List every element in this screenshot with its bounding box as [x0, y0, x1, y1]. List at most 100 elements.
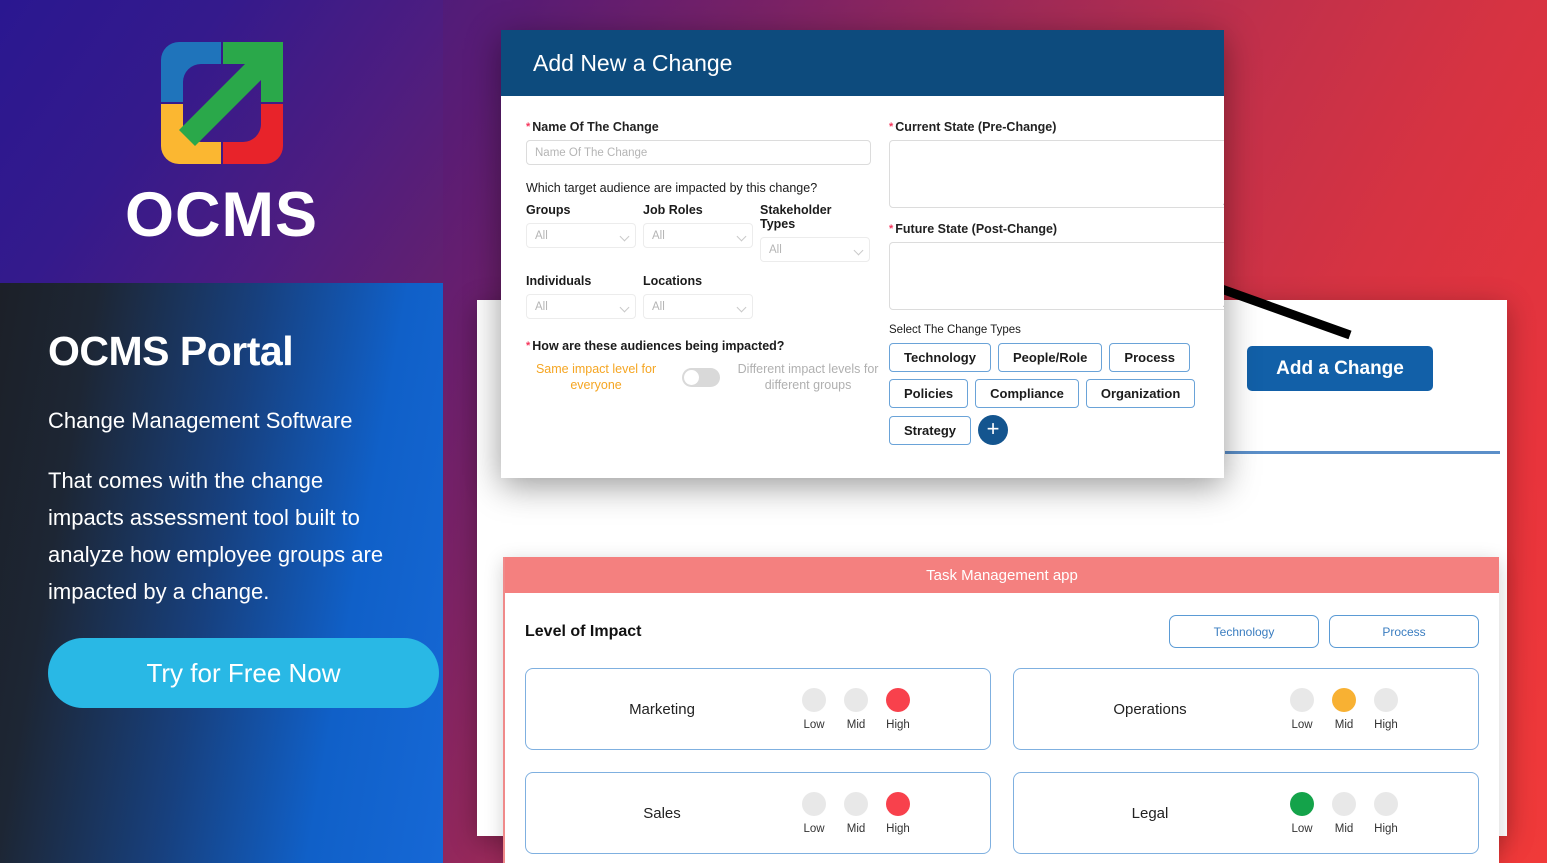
level-mid[interactable]: Mid — [840, 791, 872, 835]
brand-wordmark: OCMS — [125, 180, 318, 250]
change-type-compliance[interactable]: Compliance — [975, 379, 1079, 408]
stakeholder-types-select[interactable]: All — [760, 237, 870, 262]
card-label: Legal — [1131, 804, 1169, 822]
level-high[interactable]: High — [1370, 791, 1402, 835]
locations-select-value: All — [652, 300, 665, 313]
groups-select[interactable]: All — [526, 223, 636, 248]
level-low[interactable]: Low — [798, 687, 830, 731]
level-label-high: High — [1374, 718, 1398, 731]
level-low[interactable]: Low — [1286, 791, 1318, 835]
level-label-low: Low — [1291, 822, 1313, 835]
modal-left-column: *Name Of The Change Which target audienc… — [514, 120, 880, 445]
brand-block: OCMS — [0, 0, 443, 284]
level-dot-high[interactable] — [1374, 791, 1398, 816]
level-dot-low[interactable] — [1290, 687, 1314, 712]
impact-card-operations[interactable]: Operations Low Mid High — [1013, 668, 1479, 750]
level-label-low: Low — [803, 822, 825, 835]
impact-level-toggle[interactable] — [682, 367, 721, 387]
tag-process[interactable]: Process — [1329, 615, 1479, 648]
level-label-low: Low — [1291, 718, 1313, 731]
impact-card-marketing[interactable]: Marketing Low Mid High — [525, 668, 991, 750]
change-type-people-role[interactable]: People/Role — [997, 343, 1103, 372]
expand-arrow-logo-icon — [160, 42, 283, 164]
current-state-textarea[interactable] — [889, 140, 1224, 208]
level-dot-mid[interactable] — [1332, 791, 1356, 816]
resize-handle-icon[interactable] — [1223, 299, 1224, 307]
level-low[interactable]: Low — [798, 791, 830, 835]
change-type-technology[interactable]: Technology — [889, 343, 991, 372]
level-selector: Low Mid High — [1286, 791, 1478, 835]
change-type-process[interactable]: Process — [1109, 343, 1190, 372]
plus-icon: + — [986, 415, 1000, 441]
level-selector: Low Mid High — [798, 687, 990, 731]
chevron-down-icon — [736, 231, 747, 242]
modal-header: Add New a Change — [501, 30, 1224, 96]
modal-right-column: * Current State (Pre-Change) * Future Stat… — [880, 120, 1224, 445]
modal-title: Add New a Change — [533, 49, 733, 76]
individuals-label: Individuals — [526, 274, 592, 288]
toggle-knob — [684, 369, 700, 385]
level-high[interactable]: High — [882, 791, 914, 835]
level-mid[interactable]: Mid — [840, 687, 872, 731]
change-types-label: Select The Change Types — [889, 324, 1021, 336]
name-of-change-input[interactable] — [526, 140, 871, 165]
job-roles-select[interactable]: All — [643, 223, 753, 248]
groups-select-value: All — [535, 229, 548, 242]
level-dot-high[interactable] — [886, 791, 910, 816]
promo-description: That comes with the change impacts asses… — [48, 467, 384, 605]
card-label: Marketing — [629, 700, 695, 718]
impact-cards-grid: Marketing Low Mid High Operations Low Mi… — [505, 648, 1499, 854]
level-dot-low[interactable] — [802, 687, 826, 712]
level-label-mid: Mid — [1334, 718, 1354, 731]
change-type-strategy[interactable]: Strategy — [889, 415, 972, 445]
impact-card-sales[interactable]: Sales Low Mid High — [525, 772, 991, 854]
level-dot-high[interactable] — [886, 687, 910, 712]
same-impact-label[interactable]: Same impact level for everyone — [526, 361, 666, 394]
level-dot-mid[interactable] — [844, 687, 868, 712]
different-impact-label[interactable]: Different impact levels for different gr… — [736, 361, 880, 394]
stakeholder-types-select-value: All — [769, 243, 782, 256]
promo-banner: OCMS OCMS Portal Change Management Softw… — [0, 0, 1547, 863]
card-label: Operations — [1113, 700, 1187, 718]
groups-label: Groups — [526, 203, 571, 217]
level-low[interactable]: Low — [1286, 687, 1318, 731]
level-of-impact-title: Level of Impact — [525, 622, 642, 640]
name-of-change-label: * Name Of The Change — [526, 120, 659, 134]
tag-technology[interactable]: Technology — [1169, 615, 1319, 648]
level-high[interactable]: High — [1370, 687, 1402, 731]
job-roles-select-group: Job Roles All — [643, 203, 753, 262]
impact-card-legal[interactable]: Legal Low Mid High — [1013, 772, 1479, 854]
job-roles-select-value: All — [652, 229, 665, 242]
change-type-organization[interactable]: Organization — [1085, 379, 1196, 408]
level-high[interactable]: High — [882, 687, 914, 731]
level-label-low: Low — [803, 718, 825, 731]
chevron-down-icon — [853, 245, 864, 256]
level-dot-low[interactable] — [1290, 791, 1314, 816]
individuals-select[interactable]: All — [526, 294, 636, 319]
add-a-change-button[interactable]: Add a Change — [1247, 346, 1433, 391]
level-label-high: High — [1374, 822, 1398, 835]
future-state-label: * Future State (Post-Change) — [889, 222, 1058, 236]
level-mid[interactable]: Mid — [1328, 791, 1360, 835]
level-dot-mid[interactable] — [844, 791, 868, 816]
future-state-textarea[interactable] — [889, 242, 1224, 310]
level-dot-low[interactable] — [802, 791, 826, 816]
audience-question-label: Which target audience are impacted by th… — [526, 181, 818, 195]
task-panel-header: Task Management app — [505, 557, 1499, 593]
level-dot-high[interactable] — [1374, 687, 1398, 712]
add-change-type-button[interactable]: + — [978, 415, 1009, 445]
locations-select[interactable]: All — [643, 294, 753, 319]
stakeholder-types-select-group: Stakeholder Types All — [760, 203, 870, 262]
change-types-grid: Technology People/Role Process Policies … — [889, 343, 1224, 445]
level-dot-mid[interactable] — [1332, 687, 1356, 712]
ocms-logo — [149, 30, 295, 176]
try-for-free-button[interactable]: Try for Free Now — [48, 638, 439, 709]
required-asterisk-icon: * — [889, 121, 894, 133]
change-type-policies[interactable]: Policies — [889, 379, 969, 408]
level-mid[interactable]: Mid — [1328, 687, 1360, 731]
level-selector: Low Mid High — [1286, 687, 1478, 731]
chevron-down-icon — [619, 302, 630, 313]
locations-label: Locations — [643, 274, 703, 288]
impact-toggle-row: Same impact level for everyone Different… — [526, 361, 880, 394]
resize-handle-icon[interactable] — [1223, 197, 1224, 205]
